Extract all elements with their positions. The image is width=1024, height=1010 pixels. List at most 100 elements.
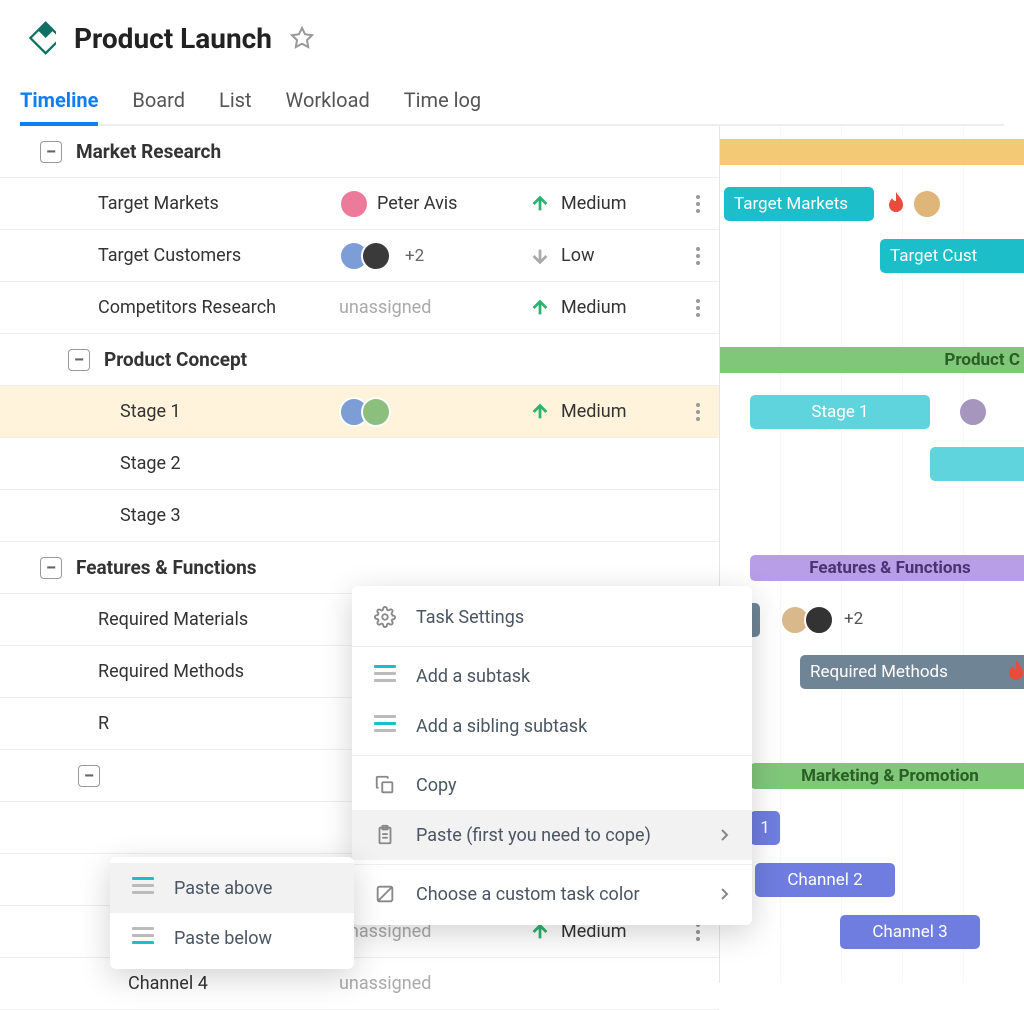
chevron-right-icon [720, 887, 730, 901]
more-actions-icon[interactable] [696, 247, 702, 265]
app-logo-icon [20, 20, 56, 56]
task-row[interactable]: Stage 1 Medium [0, 386, 719, 438]
menu-paste-below[interactable]: Paste below [110, 913, 354, 963]
gantt-group-bar[interactable]: Marketing & Promotion [750, 763, 1024, 789]
bar-label: Marketing & Promotion [801, 766, 979, 786]
bar-label: Target Markets [734, 194, 848, 214]
menu-label: Paste below [174, 928, 272, 949]
task-name: Stage 1 [120, 401, 181, 422]
gantt-group-bar[interactable]: Features & Functions [750, 555, 1024, 581]
menu-copy[interactable]: Copy [352, 760, 752, 810]
menu-custom-color[interactable]: Choose a custom task color [352, 869, 752, 919]
tab-board[interactable]: Board [132, 78, 185, 126]
collapse-toggle-icon[interactable]: − [40, 141, 62, 163]
avatar-icon[interactable] [339, 189, 369, 219]
view-tabs: Timeline Board List Workload Time log [20, 78, 1004, 126]
gantt-group-bar[interactable] [720, 139, 1024, 165]
group-row[interactable]: − Market Research [0, 126, 719, 178]
priority-label: Medium [561, 401, 627, 422]
assignee-unassigned[interactable]: unassigned [339, 973, 431, 994]
collapse-toggle-icon[interactable]: − [68, 349, 90, 371]
flame-icon [1004, 658, 1024, 686]
avatar-icon[interactable] [958, 397, 988, 427]
clipboard-icon [374, 824, 396, 846]
task-context-menu: Task Settings Add a subtask Add a siblin… [352, 586, 752, 925]
menu-paste[interactable]: Paste (first you need to cope) [352, 810, 752, 860]
gantt-task-bar[interactable]: Channel 3 [840, 915, 980, 949]
priority-up-icon [529, 401, 551, 423]
gantt-task-bar[interactable] [930, 447, 1024, 481]
task-name: Target Markets [98, 193, 219, 214]
more-actions-icon[interactable] [696, 403, 702, 421]
bar-label: Stage 1 [811, 402, 868, 422]
no-color-icon [374, 883, 396, 905]
menu-label: Choose a custom task color [416, 884, 640, 905]
gantt-task-bar[interactable]: Channel 2 [755, 863, 895, 897]
menu-label: Paste above [174, 878, 272, 899]
bar-label: 1 [760, 818, 770, 838]
task-name: Channel 4 [128, 973, 208, 994]
gantt-pane[interactable]: Target Markets Target Cust Product C Sta… [720, 126, 1024, 983]
assignee-unassigned[interactable]: unassigned [339, 297, 431, 318]
favorite-star-icon[interactable] [290, 26, 314, 50]
paste-above-icon [132, 877, 154, 899]
avatar-stack[interactable] [339, 241, 391, 271]
bar-label: Channel 2 [787, 870, 862, 890]
gantt-task-bar[interactable]: Target Markets [724, 187, 874, 221]
task-row[interactable]: Target Markets Peter Avis Medium [0, 178, 719, 230]
more-actions-icon[interactable] [696, 195, 702, 213]
chevron-right-icon [720, 828, 730, 842]
priority-label: Medium [561, 193, 627, 214]
task-row[interactable]: Target Customers +2 Low [0, 230, 719, 282]
sibling-subtask-icon [374, 715, 396, 737]
paste-submenu: Paste above Paste below [110, 857, 354, 969]
copy-icon [374, 774, 396, 796]
collapse-toggle-icon[interactable]: − [40, 557, 62, 579]
task-row[interactable]: Channel 4 unassigned [0, 958, 719, 1010]
menu-paste-above[interactable]: Paste above [110, 863, 354, 913]
task-name: Stage 3 [120, 505, 181, 526]
menu-label: Add a subtask [416, 666, 530, 687]
menu-label: Copy [416, 775, 457, 796]
group-row[interactable]: − Product Concept [0, 334, 719, 386]
task-row[interactable]: Stage 3 [0, 490, 719, 542]
page-title: Product Launch [74, 22, 272, 55]
gantt-task-bar[interactable]: Stage 1 [750, 395, 930, 429]
bar-label: Channel 3 [872, 922, 947, 942]
task-name: Stage 2 [120, 453, 181, 474]
avatar-icon[interactable] [804, 605, 834, 635]
menu-add-subtask[interactable]: Add a subtask [352, 651, 752, 701]
more-actions-icon[interactable] [696, 299, 702, 317]
tab-timeline[interactable]: Timeline [20, 78, 98, 126]
tab-timelog[interactable]: Time log [404, 78, 481, 126]
tab-list[interactable]: List [219, 78, 252, 126]
avatar-stack[interactable] [339, 397, 391, 427]
tab-workload[interactable]: Workload [286, 78, 370, 126]
priority-label: Low [561, 245, 595, 266]
gantt-group-bar[interactable]: Product C [720, 347, 1024, 373]
menu-task-settings[interactable]: Task Settings [352, 592, 752, 642]
task-list-pane: − Market Research Target Markets Peter A… [0, 126, 720, 983]
task-name: Target Customers [98, 245, 241, 266]
menu-label: Add a sibling subtask [416, 716, 587, 737]
group-name: Features & Functions [76, 556, 256, 579]
menu-add-sibling-subtask[interactable]: Add a sibling subtask [352, 701, 752, 751]
gantt-task-bar[interactable]: Required Methods [800, 655, 1024, 689]
gantt-task-bar[interactable]: Target Cust [880, 239, 1024, 273]
more-actions-icon[interactable] [696, 923, 702, 941]
task-row[interactable]: Stage 2 [0, 438, 719, 490]
collapse-toggle-icon[interactable]: − [78, 765, 100, 787]
priority-label: Medium [561, 297, 627, 318]
priority-down-icon [529, 245, 551, 267]
bar-label: Features & Functions [809, 558, 970, 578]
bar-label: Product C [944, 350, 1020, 370]
menu-label: Paste (first you need to cope) [416, 825, 651, 846]
gear-icon [374, 606, 396, 628]
paste-below-icon [132, 927, 154, 949]
task-name: Competitors Research [98, 297, 276, 318]
gantt-task-bar[interactable]: 1 [750, 811, 780, 845]
avatar-icon[interactable] [912, 189, 942, 219]
priority-up-icon [529, 193, 551, 215]
task-name: Required Materials [98, 609, 248, 630]
task-row[interactable]: Competitors Research unassigned Medium [0, 282, 719, 334]
